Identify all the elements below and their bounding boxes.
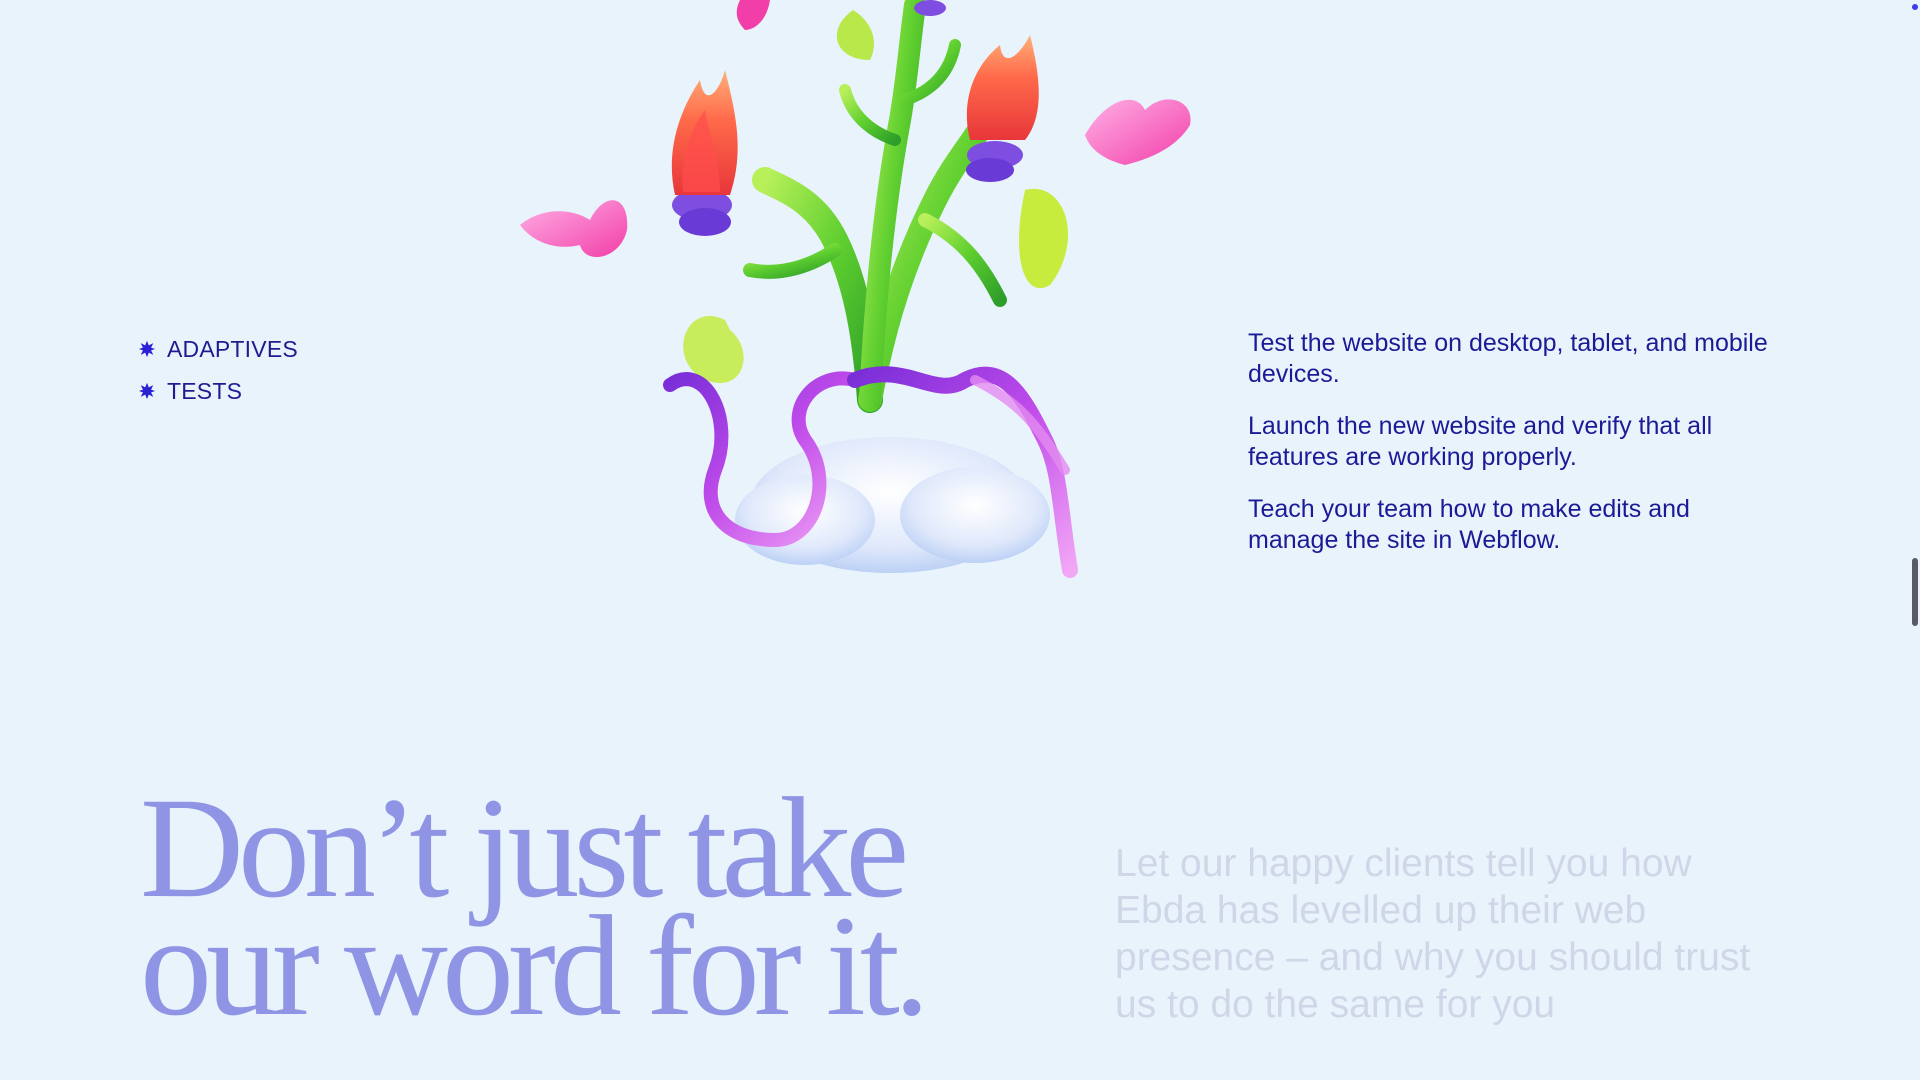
asterisk-bullet-icon [138, 340, 156, 358]
tag-label: ADAPTIVES [167, 335, 298, 362]
tag-item-tests: TESTS [137, 370, 298, 412]
scrollbar-thumb[interactable] [1912, 558, 1918, 626]
testimonials-headline: Don’t just take our word for it. [140, 777, 930, 1046]
corner-dot-icon [1912, 4, 1918, 10]
asterisk-bullet-icon [138, 382, 156, 400]
step-text: Launch the new website and verify that a… [1248, 412, 1713, 471]
tag-label: TESTS [167, 377, 243, 404]
tag-list: ADAPTIVES TESTS [137, 328, 298, 412]
testimonials-intro: Let our happy clients tell you how Ebda … [1115, 842, 1751, 1026]
headline-line: our word for it. [140, 887, 930, 1046]
page-scrollbar[interactable] [1908, 0, 1920, 1080]
step-text: Test the website on desktop, tablet, and… [1248, 329, 1768, 388]
steps-list: Test the website on desktop, tablet, and… [1248, 328, 1768, 577]
step-text: Teach your team how to make edits and ma… [1248, 495, 1690, 554]
tag-item-adaptives: ADAPTIVES [137, 328, 298, 370]
plant-illustration [520, 0, 1191, 578]
